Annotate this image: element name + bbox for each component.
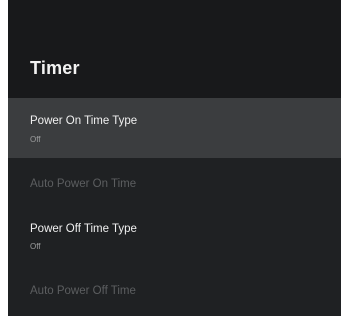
menu-item-label: Power Off Time Type [30,223,137,235]
menu-item-label: Auto Power Off Time [30,285,136,297]
menu-item-auto-power-off-time: Auto Power Off Time [8,266,341,316]
menu-item-label: Power On Time Type [30,115,138,127]
timer-settings-panel: Timer Power On Time Type Off Auto Power … [8,0,341,316]
menu-item-value: Off [30,135,41,144]
menu-item-label: Auto Power On Time [30,178,137,190]
menu-item-power-off-time-type[interactable]: Power Off Time Type Off [8,208,341,266]
menu-item-power-on-time-type[interactable]: Power On Time Type Off [8,98,341,158]
panel-header: Timer [8,0,341,98]
menu-item-auto-power-on-time: Auto Power On Time [8,158,341,208]
menu-item-value: Off [30,242,41,251]
page-title: Timer [30,58,80,78]
